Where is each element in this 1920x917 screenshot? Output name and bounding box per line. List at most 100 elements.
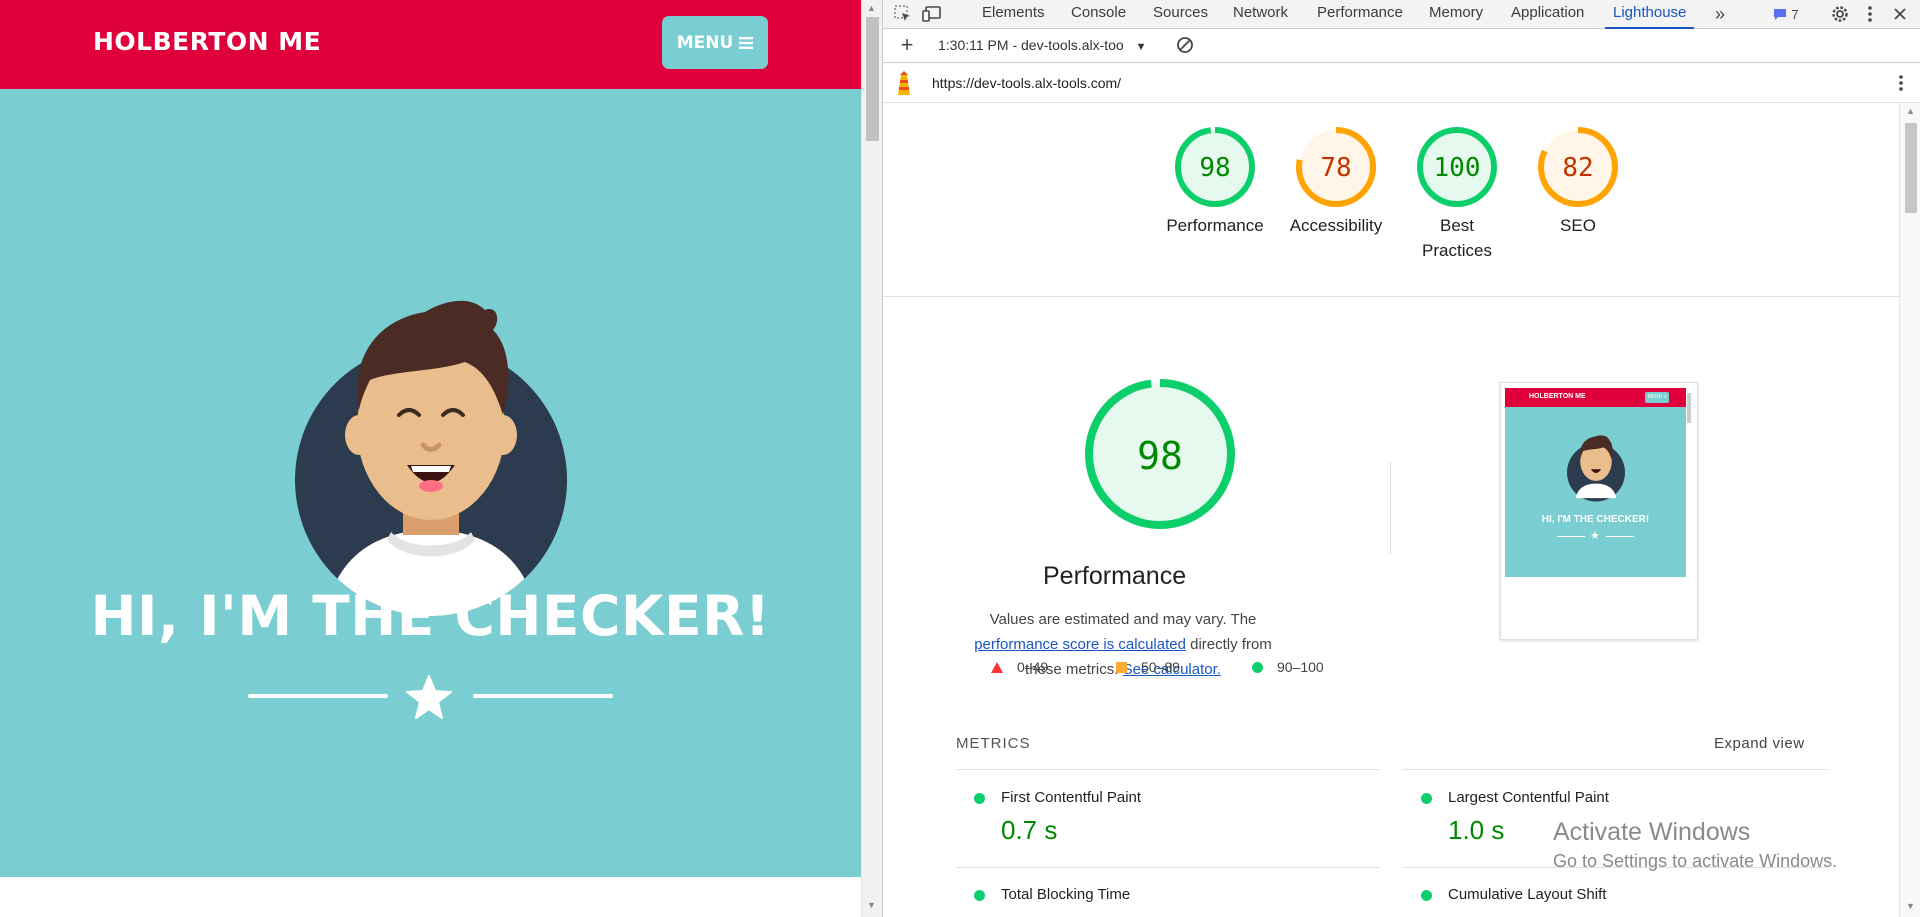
site-brand[interactable]: HOLBERTON ME xyxy=(93,27,321,56)
more-tabs-icon[interactable]: » xyxy=(1708,3,1732,25)
scroll-up-icon[interactable]: ▲ xyxy=(867,3,876,13)
gauge-ring: 82 xyxy=(1538,127,1618,207)
menu-button[interactable]: MENU xyxy=(662,16,768,69)
vertical-separator xyxy=(1390,462,1391,554)
metrics-separator xyxy=(956,769,1380,770)
score-gauge-seo[interactable]: 82 SEO xyxy=(1518,126,1638,238)
tab-performance[interactable]: Performance xyxy=(1317,0,1403,29)
performance-score: 98 xyxy=(1137,434,1183,478)
metrics-separator xyxy=(1403,769,1827,770)
avatar-illustration xyxy=(295,300,567,616)
star-icon xyxy=(406,675,452,719)
issues-count: 7 xyxy=(1791,6,1799,22)
report-select[interactable]: 1:30:11 PM - dev-tools.alx-too ▼ xyxy=(938,37,1147,53)
activate-windows-watermark: Activate Windows Go to Settings to activ… xyxy=(1553,818,1837,872)
report-url-bar: https://dev-tools.alx-tools.com/ xyxy=(883,63,1920,103)
issues-icon xyxy=(1774,8,1787,20)
watermark-title: Activate Windows xyxy=(1553,818,1751,846)
issues-button[interactable]: 7 xyxy=(1764,3,1808,25)
gauge-ring: 78 xyxy=(1296,127,1376,207)
devtools-tabbar: Elements Console Sources Network Perform… xyxy=(883,0,1920,29)
settings-gear-icon[interactable] xyxy=(1828,3,1852,25)
tab-elements[interactable]: Elements xyxy=(982,0,1045,29)
site-header: HOLBERTON ME MENU xyxy=(0,0,861,89)
tab-sources[interactable]: Sources xyxy=(1153,0,1208,29)
thumb-header: HOLBERTON ME MENU ≡ xyxy=(1505,388,1686,407)
inspect-element-icon[interactable] xyxy=(891,3,915,25)
metric-name: Largest Contentful Paint xyxy=(1448,789,1609,806)
legend-range: 50–89 xyxy=(1141,659,1180,675)
thumb-star-icon: ★ xyxy=(1590,530,1600,542)
scroll-down-icon[interactable]: ▼ xyxy=(867,900,876,910)
score-label: Performance xyxy=(1166,216,1264,235)
lighthouse-toolbar: + 1:30:11 PM - dev-tools.alx-too ▼ xyxy=(883,29,1920,63)
scroll-up-icon[interactable]: ▲ xyxy=(1906,106,1915,116)
more-options-icon[interactable] xyxy=(1858,3,1882,25)
metric-name: Cumulative Layout Shift xyxy=(1448,886,1607,903)
metric-value: 0.7 s xyxy=(1001,815,1058,845)
legend-average: 50–89 xyxy=(1116,659,1180,675)
legend-pass: 90–100 xyxy=(1252,659,1324,675)
page-scrollbar[interactable]: ▲ ▼ xyxy=(861,0,882,917)
thumb-menu: MENU ≡ xyxy=(1645,392,1669,403)
pass-circle-icon xyxy=(1252,661,1263,673)
score-gauge-performance[interactable]: 98 Performance xyxy=(1155,126,1275,238)
report-scroll-thumb[interactable] xyxy=(1905,123,1917,213)
tab-console[interactable]: Console xyxy=(1071,0,1126,29)
devtools-panel: Elements Console Sources Network Perform… xyxy=(882,0,1920,917)
legend-range: 90–100 xyxy=(1277,659,1324,675)
legend-range: 0–49 xyxy=(1017,659,1049,675)
new-report-icon[interactable]: + xyxy=(895,32,919,57)
score-value: 82 xyxy=(1562,153,1593,183)
gauge-ring: 100 xyxy=(1417,127,1497,207)
tab-lighthouse[interactable]: Lighthouse xyxy=(1605,0,1695,29)
watermark-subtitle: Go to Settings to activate Windows. xyxy=(1553,851,1838,871)
lighthouse-logo-icon xyxy=(898,71,910,95)
score-gauge-best-practices[interactable]: 100 Best Practices xyxy=(1397,126,1517,263)
metric-value: 1.0 s xyxy=(1448,815,1505,845)
lighthouse-report: 98 Performance 78 Accessibility 100 Best… xyxy=(883,103,1899,917)
pass-circle-icon xyxy=(1421,890,1432,901)
hero-title: HI, I'M THE CHECKER! xyxy=(90,584,771,648)
summary-separator xyxy=(883,296,1899,297)
score-label: Accessibility xyxy=(1289,216,1383,235)
tab-network[interactable]: Network xyxy=(1233,0,1288,29)
performance-title: Performance xyxy=(1043,562,1187,590)
report-scrollbar[interactable]: ▲ ▼ xyxy=(1899,103,1920,917)
hamburger-icon xyxy=(739,36,754,49)
report-url[interactable]: https://dev-tools.alx-tools.com/ xyxy=(932,75,1121,91)
score-label: Best Practices xyxy=(1422,216,1492,260)
report-menu-icon[interactable] xyxy=(1889,72,1913,94)
device-toolbar-icon[interactable] xyxy=(920,3,944,25)
thumb-brand: HOLBERTON ME xyxy=(1529,393,1586,400)
final-screenshot-thumbnail[interactable]: HOLBERTON ME MENU ≡ HI, I'M THE CHECKER!… xyxy=(1500,382,1698,640)
divider-line-left xyxy=(248,694,388,698)
metrics-separator xyxy=(956,867,1380,868)
score-gauge-accessibility[interactable]: 78 Accessibility xyxy=(1276,126,1396,238)
tab-memory[interactable]: Memory xyxy=(1429,0,1483,29)
thumb-scrollbar xyxy=(1687,393,1691,423)
gauge-ring: 98 xyxy=(1175,127,1255,207)
expand-view-toggle[interactable]: Expand view xyxy=(1714,735,1805,752)
close-devtools-icon[interactable] xyxy=(1888,3,1912,25)
metric-name: Total Blocking Time xyxy=(1001,886,1131,903)
desc-text: Values are estimated and may vary. The xyxy=(989,611,1257,628)
performance-score-link[interactable]: performance score is calculated xyxy=(974,636,1186,653)
website-viewport: HOLBERTON ME MENU HI, I'M THE CHECKER! xyxy=(0,0,861,917)
thumb-divider-left xyxy=(1557,536,1585,537)
tab-application[interactable]: Application xyxy=(1511,0,1584,29)
score-value: 98 xyxy=(1199,153,1230,183)
fail-triangle-icon xyxy=(991,661,1003,673)
dropdown-arrow-icon: ▼ xyxy=(1135,41,1147,53)
metric-name: First Contentful Paint xyxy=(1001,789,1142,806)
thumb-title: HI, I'M THE CHECKER! xyxy=(1541,514,1650,525)
page-scroll-thumb[interactable] xyxy=(866,17,879,141)
hero-section: HI, I'M THE CHECKER! xyxy=(0,89,861,877)
score-value: 78 xyxy=(1320,153,1351,183)
divider-line-right xyxy=(473,694,613,698)
clear-reports-icon[interactable] xyxy=(1173,34,1197,56)
menu-label: MENU xyxy=(676,32,734,53)
thumb-hero: HI, I'M THE CHECKER! ★ xyxy=(1505,407,1686,577)
pass-circle-icon xyxy=(974,793,985,804)
scroll-down-icon[interactable]: ▼ xyxy=(1906,901,1915,911)
